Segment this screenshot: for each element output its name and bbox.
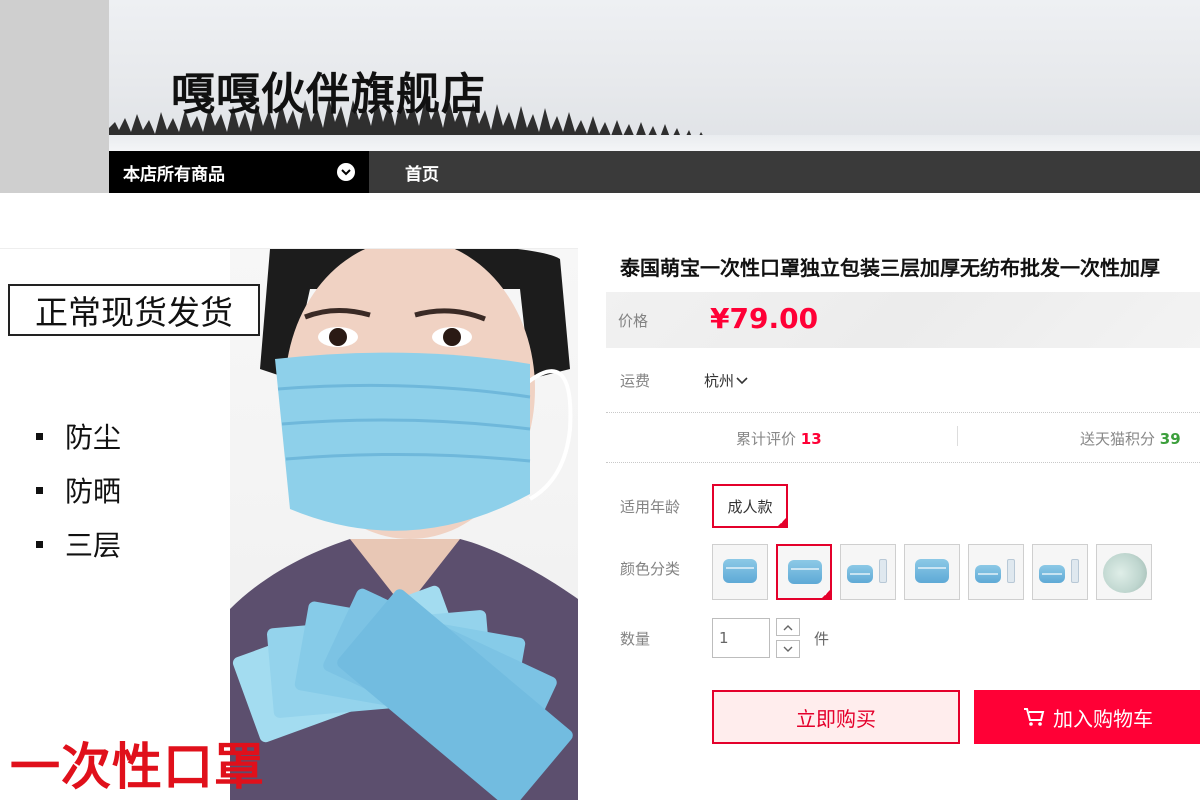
shop-banner: 嘎嘎伙伴旗舰店 — [109, 0, 1200, 151]
add-to-cart-label: 加入购物车 — [1053, 706, 1153, 731]
price-label: 价格 — [618, 312, 649, 330]
quantity-decrease-button[interactable] — [776, 640, 800, 658]
mask-thumbnail-icon — [915, 559, 949, 583]
add-to-cart-button[interactable]: 加入购物车 — [974, 690, 1200, 744]
quantity-input[interactable]: 1 — [712, 618, 770, 658]
in-stock-stamp: 正常现货发货 — [8, 284, 260, 336]
bullet-icon — [36, 486, 43, 494]
mask-pack-icon — [1103, 553, 1147, 593]
color-swatch[interactable] — [1032, 544, 1088, 600]
price-box: 价格 ¥79.00 — [606, 292, 1200, 348]
snow-ground — [109, 135, 1200, 151]
color-swatch-list: ✓ — [712, 544, 1160, 600]
shop-navbar: 本店所有商品 首页 — [109, 151, 1200, 193]
age-label: 适用年龄 — [620, 498, 681, 516]
feature-label: 防晒 — [65, 475, 122, 508]
quantity-label: 数量 — [620, 630, 651, 648]
color-swatch[interactable] — [712, 544, 768, 600]
all-products-label: 本店所有商品 — [123, 164, 225, 185]
buy-now-button[interactable]: 立即购买 — [712, 690, 960, 744]
feature-item: 三层 — [36, 517, 121, 571]
check-icon: ✓ — [823, 589, 830, 598]
mask-thumbnail-icon — [1039, 565, 1065, 583]
age-option-label: 成人款 — [727, 497, 773, 516]
color-swatch[interactable] — [904, 544, 960, 600]
points-number: 39 — [1159, 430, 1181, 448]
age-option-adult[interactable]: 成人款 ✓ — [712, 484, 788, 528]
tmall-points: 送天猫积分 39 — [1080, 428, 1181, 449]
feature-item: 防尘 — [36, 409, 121, 463]
chevron-down-icon[interactable] — [337, 163, 355, 181]
product-title: 泰国萌宝一次性口罩独立包装三层加厚无纺布批发一次性加厚 — [620, 256, 1160, 280]
color-swatch[interactable] — [840, 544, 896, 600]
chevron-down-icon — [736, 377, 748, 385]
feature-list: 防尘 防晒 三层 — [36, 409, 121, 571]
quantity-increase-button[interactable] — [776, 618, 800, 636]
left-gray-block — [0, 0, 109, 193]
mask-thumbnail-icon — [847, 565, 873, 583]
chevron-down-icon — [783, 646, 793, 652]
quantity-unit: 件 — [814, 630, 830, 648]
shop-name: 嘎嘎伙伴旗舰店 — [171, 69, 486, 120]
feature-label: 防尘 — [65, 421, 122, 454]
model-with-mask-illustration — [230, 249, 578, 800]
shipping-location-select[interactable]: 杭州 — [704, 370, 748, 391]
reviews-number: 13 — [800, 430, 822, 448]
stat-separator — [957, 426, 958, 446]
color-swatch[interactable] — [1096, 544, 1152, 600]
bullet-icon — [36, 540, 43, 548]
color-swatch-selected[interactable]: ✓ — [776, 544, 832, 600]
feature-item: 防晒 — [36, 463, 121, 517]
shipping-location: 杭州 — [704, 372, 735, 390]
review-count[interactable]: 累计评价 13 — [736, 428, 822, 449]
mask-thumbnail-icon — [723, 559, 757, 583]
shipping-label: 运费 — [620, 372, 651, 390]
chevron-up-icon — [783, 624, 793, 630]
nav-home-link[interactable]: 首页 — [405, 151, 439, 193]
image-headline: 一次性口罩 — [10, 738, 265, 796]
color-label: 颜色分类 — [620, 560, 681, 578]
bottle-icon — [1071, 559, 1079, 583]
reviews-label: 累计评价 — [736, 430, 797, 448]
cart-icon — [1023, 707, 1045, 727]
bottle-icon — [879, 559, 887, 583]
product-main-image[interactable]: 正常现货发货 防尘 防晒 三层 一次性口罩 — [0, 248, 578, 800]
mask-thumbnail-icon — [975, 565, 1001, 583]
check-icon: ✓ — [779, 517, 786, 526]
model-photo — [230, 249, 578, 800]
all-products-menu[interactable]: 本店所有商品 — [109, 151, 369, 193]
points-label: 送天猫积分 — [1080, 430, 1156, 448]
product-info-panel: 泰国萌宝一次性口罩独立包装三层加厚无纺布批发一次性加厚 价格 ¥79.00 运费… — [606, 248, 1200, 800]
bottle-icon — [1007, 559, 1015, 583]
divider — [606, 462, 1200, 463]
bullet-icon — [36, 432, 43, 440]
color-swatch[interactable] — [968, 544, 1024, 600]
divider — [606, 412, 1200, 413]
feature-label: 三层 — [65, 529, 122, 562]
price-value: ¥79.00 — [710, 302, 819, 335]
mask-thumbnail-icon — [788, 560, 822, 584]
